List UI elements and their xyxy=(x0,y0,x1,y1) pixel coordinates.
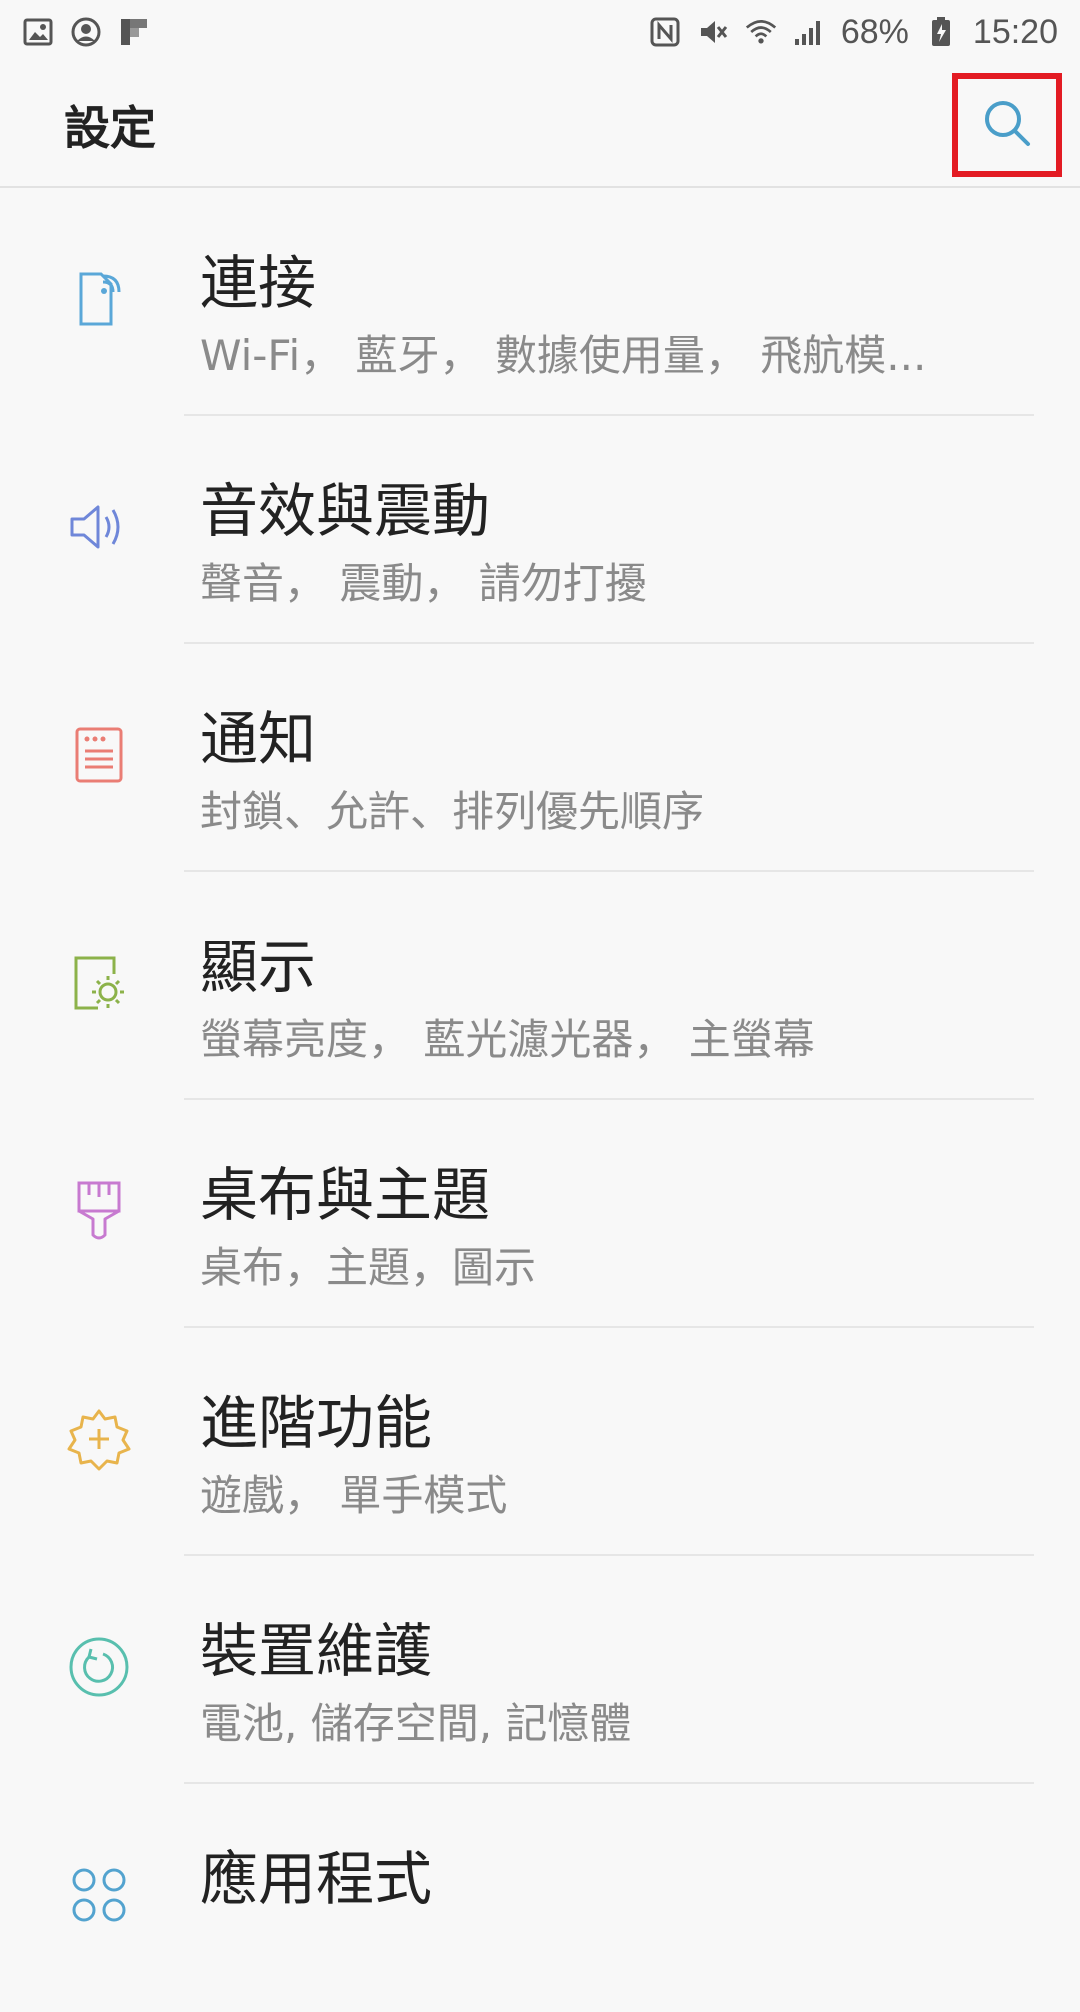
signal-icon xyxy=(793,16,825,48)
item-subtitle: 封鎖、允許、排列優先順序 xyxy=(200,787,705,836)
settings-item-apps[interactable]: 應用程式 xyxy=(0,1784,1080,2012)
device-care-icon xyxy=(66,1634,132,1700)
wifi-icon xyxy=(745,16,777,48)
speaker-icon xyxy=(66,494,132,560)
search-icon xyxy=(981,97,1033,153)
item-subtitle: 螢幕亮度， 藍光濾光器， 主螢幕 xyxy=(200,1015,815,1064)
status-notifications xyxy=(22,16,150,48)
mute-icon xyxy=(697,16,729,48)
status-system: 68% 15:20 xyxy=(649,13,1058,52)
item-subtitle: 桌布，主題，圖示 xyxy=(200,1243,537,1292)
battery-charging-icon xyxy=(925,16,957,48)
item-title: 顯示 xyxy=(200,933,317,1001)
item-subtitle: 聲音， 震動， 請勿打擾 xyxy=(200,559,647,608)
item-title: 進階功能 xyxy=(200,1389,433,1457)
paintbrush-icon xyxy=(66,1178,132,1244)
settings-item-sound[interactable]: 音效與震動 聲音， 震動， 請勿打擾 xyxy=(0,416,1080,644)
gallery-icon xyxy=(22,16,54,48)
item-title: 通知 xyxy=(200,705,317,773)
item-subtitle: Wi-Fi， 藍牙， 數據使用量， 飛航模... xyxy=(200,331,927,380)
settings-item-device-maintenance[interactable]: 裝置維護 電池, 儲存空間, 記憶體 xyxy=(0,1556,1080,1784)
item-title: 應用程式 xyxy=(200,1845,433,1913)
item-subtitle: 電池, 儲存空間, 記憶體 xyxy=(200,1699,632,1748)
apps-icon xyxy=(66,1862,132,1928)
page-title: 設定 xyxy=(64,101,156,155)
item-title: 桌布與主題 xyxy=(200,1161,491,1229)
advanced-gear-icon xyxy=(66,1406,132,1472)
item-title: 裝置維護 xyxy=(200,1617,433,1685)
settings-item-notifications[interactable]: 通知 封鎖、允許、排列優先順序 xyxy=(0,644,1080,872)
notifications-icon xyxy=(66,722,132,788)
display-brightness-icon xyxy=(66,950,132,1016)
item-title: 音效與震動 xyxy=(200,477,491,545)
status-bar: 68% 15:20 xyxy=(0,0,1080,64)
nfc-icon xyxy=(649,16,681,48)
account-icon xyxy=(70,16,102,48)
settings-item-advanced-features[interactable]: 進階功能 遊戲， 單手模式 xyxy=(0,1328,1080,1556)
item-subtitle: 遊戲， 單手模式 xyxy=(200,1471,508,1520)
item-title: 連接 xyxy=(200,249,317,317)
search-button[interactable] xyxy=(952,73,1062,177)
connections-icon xyxy=(66,266,132,332)
clock: 15:20 xyxy=(972,12,1058,51)
settings-item-connections[interactable]: 連接 Wi-Fi， 藍牙， 數據使用量， 飛航模... xyxy=(0,188,1080,416)
settings-item-display[interactable]: 顯示 螢幕亮度， 藍光濾光器， 主螢幕 xyxy=(0,872,1080,1100)
flipboard-icon xyxy=(118,16,150,48)
battery-percent: 68% xyxy=(840,12,909,51)
app-bar: 設定 xyxy=(0,64,1080,188)
settings-item-wallpapers-themes[interactable]: 桌布與主題 桌布，主題，圖示 xyxy=(0,1100,1080,1328)
settings-list: 連接 Wi-Fi， 藍牙， 數據使用量， 飛航模... 音效與震動 聲音， 震動… xyxy=(0,188,1080,2012)
